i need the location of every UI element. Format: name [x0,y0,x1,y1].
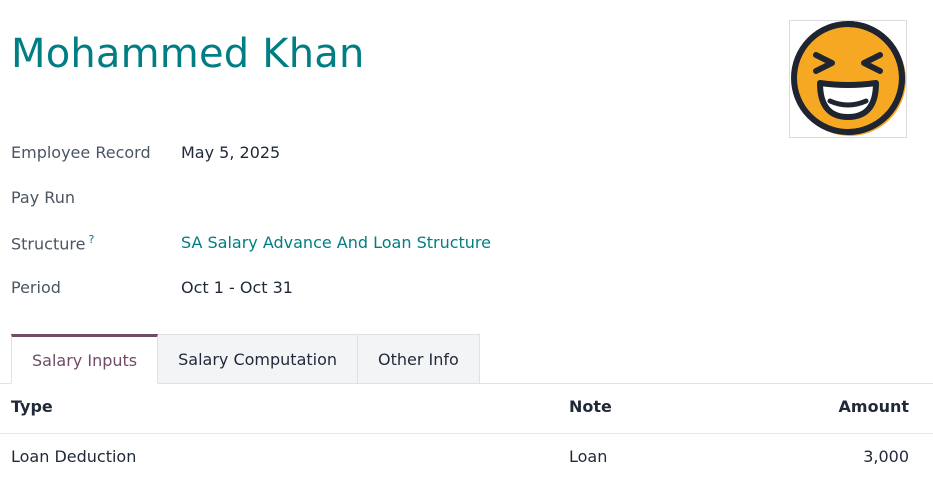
employee-record-value[interactable]: May 5, 2025 [181,143,280,162]
structure-link[interactable]: SA Salary Advance And Loan Structure [181,233,491,252]
cell-amount: 3,000 [863,447,909,466]
table-header: Type Note Amount [11,397,909,421]
tab-other-info[interactable]: Other Info [358,334,480,384]
cell-type: Loan Deduction [11,447,137,466]
laughing-emoji-icon [791,21,906,136]
period-value[interactable]: Oct 1 - Oct 31 [181,278,293,297]
field-label: Pay Run [11,188,75,207]
field-label: Structure? [11,233,94,253]
tab-bar: Salary Inputs Salary Computation Other I… [11,334,480,384]
help-tooltip-icon[interactable]: ? [88,233,94,246]
tab-salary-inputs[interactable]: Salary Inputs [11,334,159,384]
row-divider [0,433,933,434]
cell-note: Loan [569,447,608,466]
field-label: Period [11,278,61,297]
column-header-note[interactable]: Note [569,397,612,416]
field-label: Employee Record [11,143,151,162]
employee-avatar[interactable] [789,20,907,138]
column-header-type[interactable]: Type [11,397,53,416]
employee-name-title[interactable]: Mohammed Khan [11,28,365,80]
table-row[interactable]: Loan Deduction Loan 3,000 [11,447,909,471]
structure-label-text: Structure [11,234,86,254]
tab-salary-computation[interactable]: Salary Computation [158,334,359,384]
column-header-amount[interactable]: Amount [839,397,909,416]
